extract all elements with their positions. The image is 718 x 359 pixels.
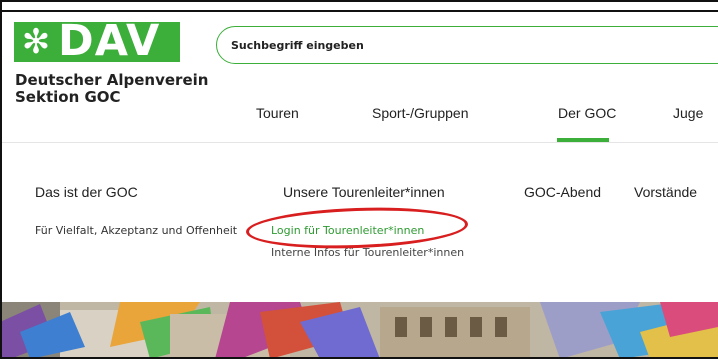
nav-item-sport-gruppen[interactable]: Sport-/Gruppen [372,105,469,121]
logo-wordmark: DAV [58,16,161,66]
red-annotation-ellipse [245,204,469,252]
nav-item-jugend[interactable]: Juge [673,105,703,121]
submenu-das-ist-der-goc[interactable]: Das ist der GOC [35,184,138,200]
org-line-2: Sektion GOC [15,88,121,106]
organization-name[interactable]: Deutscher Alpenverein Sektion GOC [15,72,208,106]
search-input[interactable] [231,35,631,55]
hero-banner-image [0,302,718,359]
nav-item-der-goc[interactable]: Der GOC [558,105,616,121]
edelweiss-icon: ✻ [21,22,51,62]
nav-divider [0,142,718,143]
dav-logo[interactable]: ✻ DAV [14,18,180,64]
nav-item-touren[interactable]: Touren [256,105,299,121]
top-border-bar [0,0,718,12]
interne-infos-link[interactable]: Interne Infos für Tourenleiter*innen [271,246,464,259]
submenu-vorstaende[interactable]: Vorstände [634,184,697,200]
submenu-goc-abend[interactable]: GOC-Abend [524,184,601,200]
submenu-tourenleiter[interactable]: Unsere Tourenleiter*innen [283,184,445,200]
search-box[interactable] [216,26,718,64]
banner-photo [0,302,718,359]
submenu-vielfalt-link[interactable]: Für Vielfalt, Akzeptanz und Offenheit [35,224,237,237]
org-line-1: Deutscher Alpenverein [15,71,209,89]
